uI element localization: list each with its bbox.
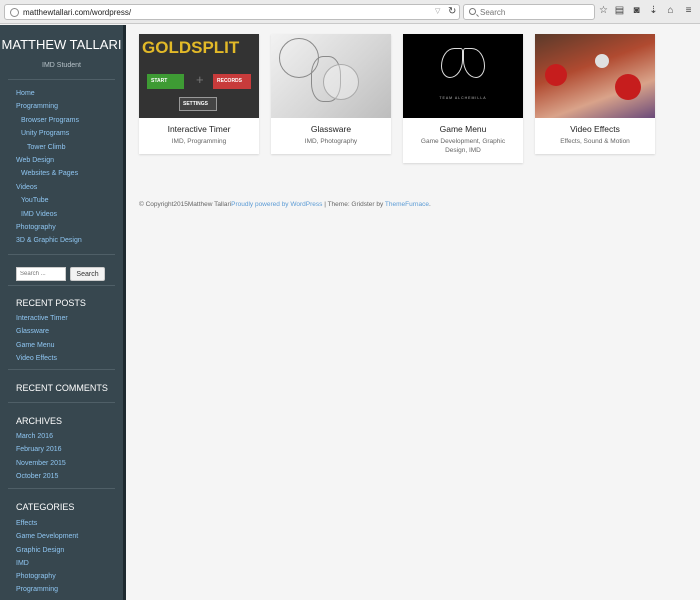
archive-link[interactable]: October 2015 <box>16 470 66 483</box>
nav-item-photography[interactable]: Photography <box>16 221 82 234</box>
post-card-game-menu[interactable]: TEAM ALCHEMILLA Game Menu Game Developme… <box>403 34 523 163</box>
thumb-settings-label: SETTINGS <box>179 97 217 111</box>
recent-posts-list: Interactive Timer Glassware Game Menu Vi… <box>16 312 68 365</box>
fruit-shape <box>615 74 641 100</box>
footer-themefurnace-link[interactable]: ThemeFurnace <box>385 201 429 208</box>
thumb-records-label: RECORDS <box>213 74 251 89</box>
post-categories[interactable]: IMD, Programming <box>145 137 253 146</box>
post-thumbnail[interactable]: GOLDSPLIT START + RECORDS SETTINGS <box>139 34 259 118</box>
nav-item-unity-programs[interactable]: Unity Programs <box>16 127 82 140</box>
post-categories[interactable]: IMD, Photography <box>277 137 385 146</box>
main-nav: Home Programming Browser Programs Unity … <box>16 87 82 248</box>
archives-list: March 2016 February 2016 November 2015 O… <box>16 430 66 483</box>
goldsplit-logo: GOLDSPLIT <box>142 38 240 57</box>
download-icon[interactable]: ⇣ <box>648 5 659 17</box>
recent-post-link[interactable]: Game Menu <box>16 339 68 352</box>
site-footer: © Copyright2015Matthew TallariProudly po… <box>139 201 431 208</box>
post-thumbnail[interactable]: TEAM ALCHEMILLA <box>403 34 523 118</box>
divider <box>8 402 115 403</box>
footer-wordpress-link[interactable]: Proudly powered by WordPress <box>231 201 322 208</box>
nav-item-web-design[interactable]: Web Design <box>16 154 82 167</box>
post-thumbnail[interactable] <box>271 34 391 118</box>
pocket-icon[interactable]: ◙ <box>631 5 642 17</box>
post-title[interactable]: Interactive Timer <box>139 124 259 134</box>
archive-link[interactable]: March 2016 <box>16 430 66 443</box>
footer-end: . <box>428 201 431 208</box>
search-icon <box>469 8 476 15</box>
sidebar: MATTHEW TALLARI IMD Student Home Program… <box>0 25 126 600</box>
divider <box>8 285 115 286</box>
recent-post-link[interactable]: Interactive Timer <box>16 312 68 325</box>
archive-link[interactable]: February 2016 <box>16 443 66 456</box>
nav-item-browser-programs[interactable]: Browser Programs <box>16 114 82 127</box>
divider <box>8 79 115 80</box>
butterfly-wing-shape <box>441 48 463 78</box>
site-title[interactable]: MATTHEW TALLARI <box>0 37 123 52</box>
nav-item-programming[interactable]: Programming <box>16 100 82 113</box>
footer-theme-text: | Theme: Gridster by <box>322 201 385 208</box>
url-text[interactable]: matthewtallari.com/wordpress/ <box>23 6 131 19</box>
divider <box>8 254 115 255</box>
post-thumbnail[interactable] <box>535 34 655 118</box>
nav-item-youtube[interactable]: YouTube <box>16 194 82 207</box>
divider <box>8 488 115 489</box>
menu-icon[interactable]: ≡ <box>683 5 694 17</box>
browser-search-bar[interactable] <box>463 4 595 20</box>
recent-post-link[interactable]: Video Effects <box>16 352 68 365</box>
browser-search-input[interactable] <box>480 6 590 18</box>
category-link[interactable]: Game Development <box>16 530 78 543</box>
post-categories[interactable]: Effects, Sound & Motion <box>541 137 649 146</box>
post-categories[interactable]: Game Development, Graphic Design, IMD <box>409 137 517 155</box>
nav-item-tower-climb[interactable]: Tower Climb <box>16 141 82 154</box>
category-link[interactable]: Photography <box>16 570 78 583</box>
category-link[interactable]: Effects <box>16 517 78 530</box>
home-icon[interactable]: ⌂ <box>665 5 676 17</box>
glass-shape <box>323 64 359 100</box>
category-link[interactable]: Graphic Design <box>16 544 78 557</box>
globe-icon <box>10 8 19 17</box>
post-card-glassware[interactable]: Glassware IMD, Photography <box>271 34 391 154</box>
nav-item-home[interactable]: Home <box>16 87 82 100</box>
dropdown-arrow-icon[interactable]: ▽ <box>435 5 440 19</box>
category-link[interactable]: Programming <box>16 583 78 596</box>
bookmark-star-icon[interactable]: ☆ <box>598 5 609 17</box>
browser-toolbar: matthewtallari.com/wordpress/ ▽ ↻ ☆ ▤ ◙ … <box>0 0 700 24</box>
category-link[interactable]: IMD <box>16 557 78 570</box>
divider <box>8 369 115 370</box>
face-shape <box>595 54 609 68</box>
thumb-start-label: START <box>147 74 184 89</box>
post-title[interactable]: Glassware <box>271 124 391 134</box>
categories-list: Effects Game Development Graphic Design … <box>16 517 78 597</box>
recent-post-link[interactable]: Glassware <box>16 325 68 338</box>
post-card-video-effects[interactable]: Video Effects Effects, Sound & Motion <box>535 34 655 154</box>
reload-icon[interactable]: ↻ <box>448 5 456 19</box>
plus-icon: + <box>196 72 204 87</box>
nav-item-3d-graphic-design[interactable]: 3D & Graphic Design <box>16 234 82 247</box>
nav-item-videos[interactable]: Videos <box>16 181 82 194</box>
thumb-caption: TEAM ALCHEMILLA <box>439 96 487 100</box>
sidebar-search-button[interactable]: Search <box>70 267 105 281</box>
footer-copyright: © Copyright2015Matthew Tallari <box>139 201 232 208</box>
clipboard-icon[interactable]: ▤ <box>614 5 625 17</box>
site-description: IMD Student <box>42 62 81 69</box>
archives-title: ARCHIVES <box>16 416 63 426</box>
url-bar[interactable]: matthewtallari.com/wordpress/ ▽ ↻ <box>4 4 460 20</box>
nav-item-imd-videos[interactable]: IMD Videos <box>16 208 82 221</box>
nav-item-websites-pages[interactable]: Websites & Pages <box>16 167 82 180</box>
post-title[interactable]: Video Effects <box>535 124 655 134</box>
fruit-shape <box>545 64 567 86</box>
post-card-interactive-timer[interactable]: GOLDSPLIT START + RECORDS SETTINGS Inter… <box>139 34 259 154</box>
recent-posts-title: RECENT POSTS <box>16 298 86 308</box>
butterfly-wing-shape <box>463 48 485 78</box>
recent-comments-title: RECENT COMMENTS <box>16 383 108 393</box>
categories-title: CATEGORIES <box>16 502 75 512</box>
sidebar-search-input[interactable] <box>16 267 66 281</box>
archive-link[interactable]: November 2015 <box>16 457 66 470</box>
post-title[interactable]: Game Menu <box>403 124 523 134</box>
